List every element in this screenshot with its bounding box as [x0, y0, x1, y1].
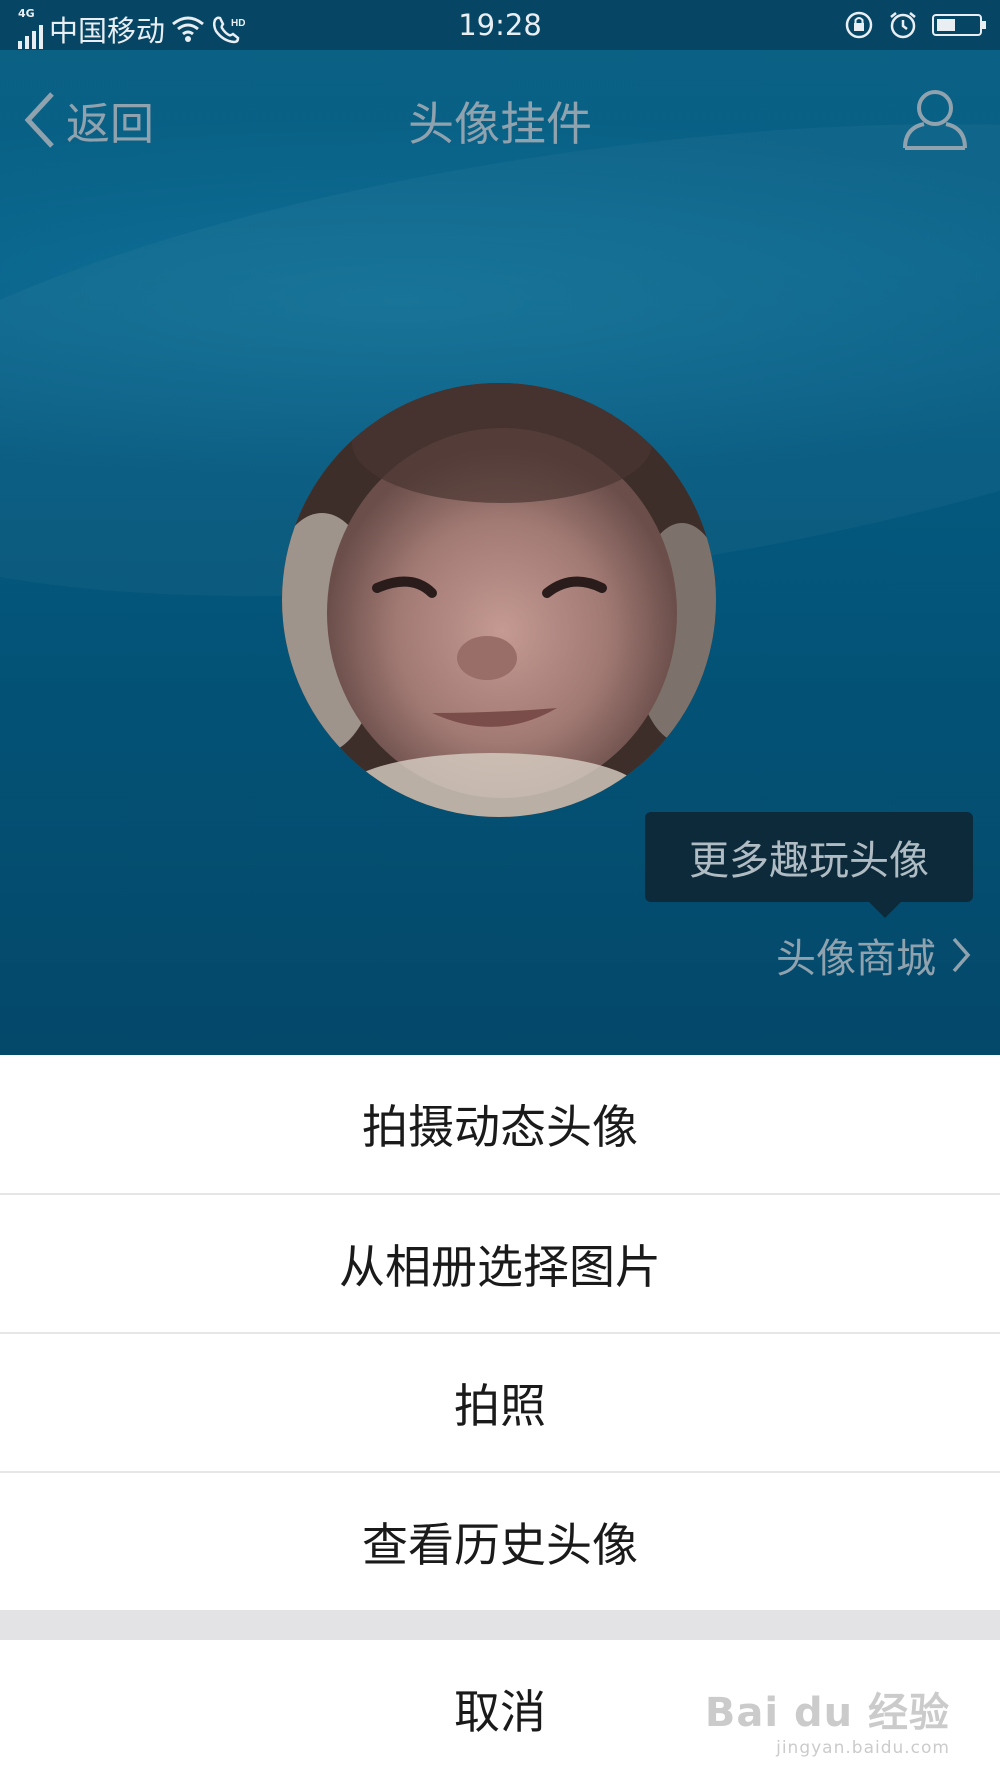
more-avatars-tooltip[interactable]: 更多趣玩头像 — [645, 812, 973, 918]
avatar-mall-label: 头像商城 — [776, 936, 936, 982]
status-right — [844, 10, 986, 40]
alarm-icon — [890, 12, 916, 39]
rotation-lock-icon — [845, 11, 873, 39]
option-label: 查看历史头像 — [362, 1518, 638, 1572]
battery-icon — [932, 14, 986, 36]
record-dynamic-avatar-option[interactable]: 拍摄动态头像 — [0, 1055, 1000, 1193]
user-profile-icon[interactable] — [900, 84, 970, 154]
action-sheet: 拍摄动态头像 从相册选择图片 拍照 查看历史头像 取消 Bai du 经验 ji… — [0, 1055, 1000, 1778]
avatar[interactable] — [282, 383, 716, 817]
option-label: 从相册选择图片 — [339, 1240, 661, 1294]
page-title: 头像挂件 — [408, 97, 592, 151]
take-photo-option[interactable]: 拍照 — [0, 1334, 1000, 1472]
view-avatar-history-option[interactable]: 查看历史头像 — [0, 1473, 1000, 1611]
watermark-main: Bai du 经验 — [704, 1690, 950, 1736]
status-bar: 4G 中国移动 HD 19:28 — [0, 0, 1000, 50]
battery-level-fill — [937, 19, 955, 31]
cancel-label: 取消 — [454, 1685, 546, 1739]
baidu-jingyan-watermark: Bai du 经验 jingyan.baidu.com — [705, 1680, 950, 1758]
avatar-mall-link[interactable]: 头像商城 — [776, 926, 972, 984]
chevron-right-icon — [952, 937, 971, 973]
tooltip-text: 更多趣玩头像 — [689, 838, 929, 884]
choose-from-album-option[interactable]: 从相册选择图片 — [0, 1195, 1000, 1333]
avatar-photo — [282, 383, 716, 817]
section-gap — [0, 1610, 1000, 1640]
watermark-sub: jingyan.baidu.com — [776, 1738, 950, 1758]
avatar-header-area: 4G 中国移动 HD 19:28 返回 头像挂件 更多趣玩头像 头像商城 — [0, 0, 1000, 1055]
option-label: 拍照 — [454, 1379, 546, 1433]
option-label: 拍摄动态头像 — [362, 1100, 638, 1154]
